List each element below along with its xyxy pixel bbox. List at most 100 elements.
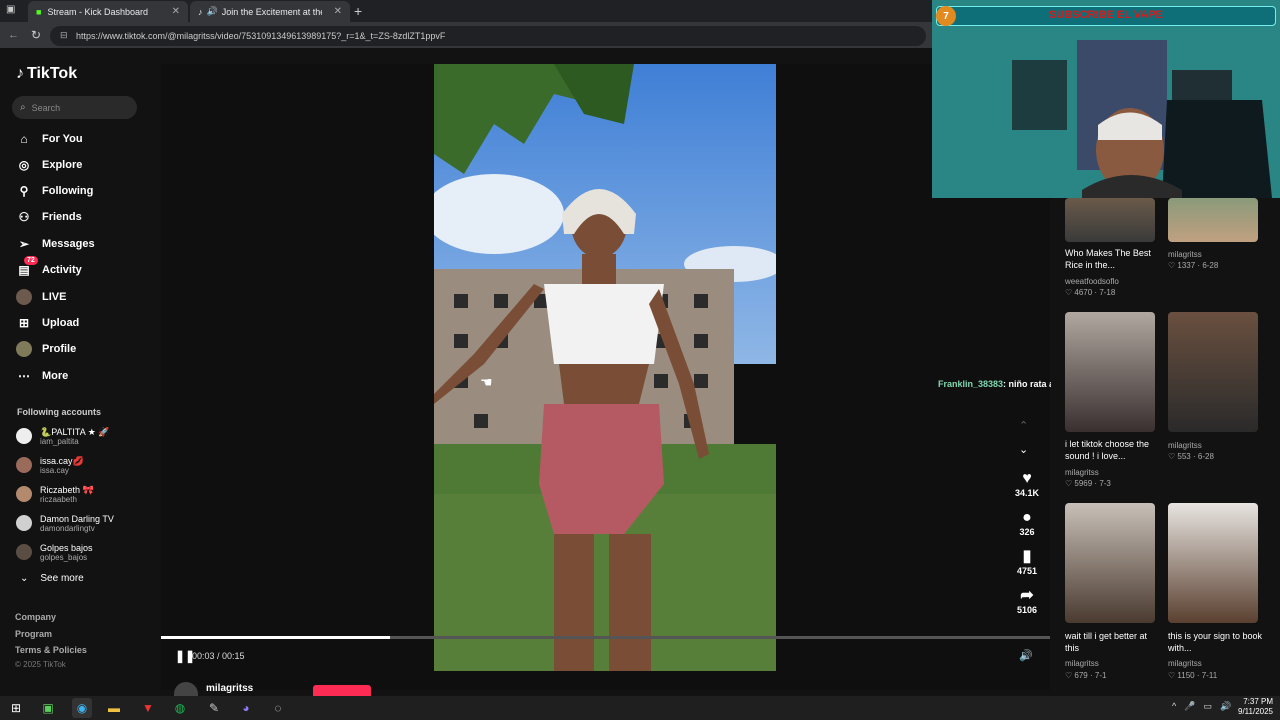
related-thumbnail[interactable] — [1065, 503, 1155, 623]
volume-icon[interactable]: 🔊 — [1019, 649, 1033, 662]
likes: 553 — [1177, 452, 1191, 461]
nav-for-you[interactable]: ⌂ For You — [16, 128, 82, 150]
clock-time: 7:37 PM — [1243, 697, 1273, 706]
related-author[interactable]: weeatfoodsoflo — [1065, 276, 1119, 287]
nav-messages[interactable]: ➢ Messages — [16, 233, 95, 255]
tab-kick-dashboard[interactable]: ■ Stream - Kick Dashboard ✕ — [28, 1, 188, 22]
see-more-button[interactable]: ⌄ See more — [20, 573, 84, 584]
footer-link-company[interactable]: Company — [15, 612, 56, 622]
window-menu-icon[interactable]: ▣ — [6, 4, 20, 18]
account-item[interactable]: Damon Darling TV damondarlingtv — [16, 510, 114, 536]
bookmark-action[interactable]: ▮ 4751 — [1012, 548, 1042, 576]
heart-icon: ♡ — [1065, 671, 1075, 680]
related-caption[interactable]: Who Makes The Best Rice in the... — [1065, 247, 1161, 271]
next-video-button[interactable]: ⌄ — [1019, 443, 1028, 456]
chevron-up-icon[interactable]: ^ — [1172, 701, 1176, 712]
related-author[interactable]: milagritss — [1065, 658, 1099, 669]
account-item[interactable]: 🐍PALTITA ★ 🚀 iam_paltita — [16, 423, 110, 449]
bookmark-icon: ▮ — [1022, 548, 1032, 565]
tiktok-note-icon: ♪ — [16, 65, 24, 82]
related-thumbnail[interactable] — [1168, 503, 1258, 623]
spotify-icon[interactable]: ◍ — [170, 698, 190, 718]
follow-button[interactable] — [313, 685, 371, 696]
search-placeholder: Search — [31, 102, 61, 113]
search-box[interactable]: ⌕ Search — [12, 96, 137, 119]
windows-start-icon[interactable]: ⊞ — [6, 698, 26, 718]
nav-live[interactable]: LIVE — [16, 286, 66, 308]
related-caption[interactable]: this is your sign to book with... — [1168, 630, 1264, 654]
related-thumbnail[interactable] — [1168, 312, 1258, 432]
file-explorer-icon[interactable]: ▬ — [104, 698, 124, 718]
related-thumbnail[interactable] — [1065, 312, 1155, 432]
related-stats: ♡ 1150 · 7-11 — [1168, 671, 1218, 680]
nav-label: Friends — [42, 211, 82, 223]
video-still — [434, 64, 776, 671]
previous-video-button[interactable]: ⌃ — [1019, 419, 1028, 432]
date: 7-11 — [1201, 671, 1218, 680]
url-field[interactable]: ⊟ https://www.tiktok.com/@milagritss/vid… — [50, 26, 926, 46]
account-item[interactable]: Golpes bajos golpes_bajos — [16, 539, 93, 565]
share-action[interactable]: ➦ 5106 — [1012, 587, 1042, 615]
related-stats: ♡ 553 · 6-28 — [1168, 452, 1214, 461]
related-caption[interactable]: i let tiktok choose the sound ! i love..… — [1065, 438, 1161, 462]
account-handle: iam_paltita — [40, 436, 79, 446]
see-more-label: See more — [40, 573, 84, 584]
app-icon[interactable]: ▼ — [138, 698, 158, 718]
clock[interactable]: 7:37 PM 9/11/2025 — [1233, 697, 1273, 717]
tiktok-logo[interactable]: ♪ TikTok — [16, 65, 77, 83]
speaker-icon[interactable]: 🔊 — [207, 6, 218, 17]
related-caption[interactable]: wait till i get better at this — [1065, 630, 1161, 654]
account-name: Damon Darling TV — [40, 513, 114, 524]
nav-profile[interactable]: Profile — [16, 338, 76, 360]
account-item[interactable]: issa.cay💋 issa.cay — [16, 452, 84, 478]
related-thumbnail[interactable] — [1065, 198, 1155, 242]
tab-tiktok[interactable]: ♪ 🔊 Join the Excitement at the D ✕ — [190, 1, 350, 22]
discord-icon[interactable]: ◕ — [236, 698, 256, 718]
video-frame[interactable] — [434, 64, 776, 671]
footer-link-program[interactable]: Program — [15, 629, 52, 639]
app-icon[interactable]: ✎ — [204, 698, 224, 718]
nav-more[interactable]: ⋯ More — [16, 365, 68, 387]
nav-label: Activity — [42, 264, 82, 276]
account-name: Golpes bajos — [40, 542, 93, 553]
avatar — [16, 515, 32, 531]
nav-activity[interactable]: ▤ 72 Activity — [16, 256, 82, 281]
share-count: 5106 — [1016, 605, 1038, 615]
edge-icon[interactable]: ◉ — [72, 698, 92, 718]
heart-icon: ♥ — [1022, 470, 1032, 487]
related-author[interactable]: milagritss — [1168, 440, 1202, 451]
back-icon[interactable]: ← — [8, 29, 19, 41]
network-icon[interactable]: ▭ — [1203, 701, 1212, 712]
reload-icon[interactable]: ↻ — [31, 28, 41, 42]
related-author[interactable]: milagritss — [1065, 467, 1099, 478]
related-author[interactable]: milagritss — [1168, 249, 1202, 260]
obs-icon[interactable]: ◌ — [268, 698, 288, 718]
footer-link-terms[interactable]: Terms & Policies — [15, 645, 87, 655]
mic-icon[interactable]: 🎤 — [1184, 701, 1195, 712]
nav-upload[interactable]: ⊞ Upload — [16, 312, 79, 334]
site-info-icon[interactable]: ⊟ — [60, 30, 68, 41]
upload-icon: ⊞ — [18, 316, 30, 330]
date: 7-1 — [1094, 671, 1107, 680]
like-action[interactable]: ♥ 34.1K — [1012, 470, 1042, 498]
close-icon[interactable]: ✕ — [334, 6, 342, 17]
likes: 1337 — [1177, 261, 1196, 270]
account-item[interactable]: Riczabeth 🎀 riczaabeth — [16, 481, 94, 507]
nav-following[interactable]: ⚲ Following — [16, 180, 94, 202]
time-display: 00:03 / 00:15 — [192, 651, 245, 661]
volume-icon[interactable]: 🔊 — [1220, 701, 1231, 712]
close-icon[interactable]: ✕ — [172, 6, 180, 17]
nav-friends[interactable]: ⚇ Friends — [16, 206, 82, 228]
nav-explore[interactable]: ◎ Explore — [16, 154, 83, 176]
mouse-cursor: ☚ — [480, 374, 493, 390]
related-author[interactable]: milagritss — [1168, 658, 1202, 669]
related-thumbnail[interactable] — [1168, 198, 1258, 242]
author-name[interactable]: milagritss — [206, 683, 253, 694]
following-icon: ⚲ — [19, 184, 29, 198]
new-tab-button[interactable]: + — [354, 3, 362, 19]
account-name: 🐍PALTITA ★ 🚀 — [40, 426, 110, 437]
comment-action[interactable]: ● 326 — [1012, 509, 1042, 537]
account-handle: golpes_bajos — [40, 552, 88, 562]
terminal-icon[interactable]: ▣ — [38, 698, 58, 718]
heart-icon: ♡ — [1168, 261, 1178, 270]
